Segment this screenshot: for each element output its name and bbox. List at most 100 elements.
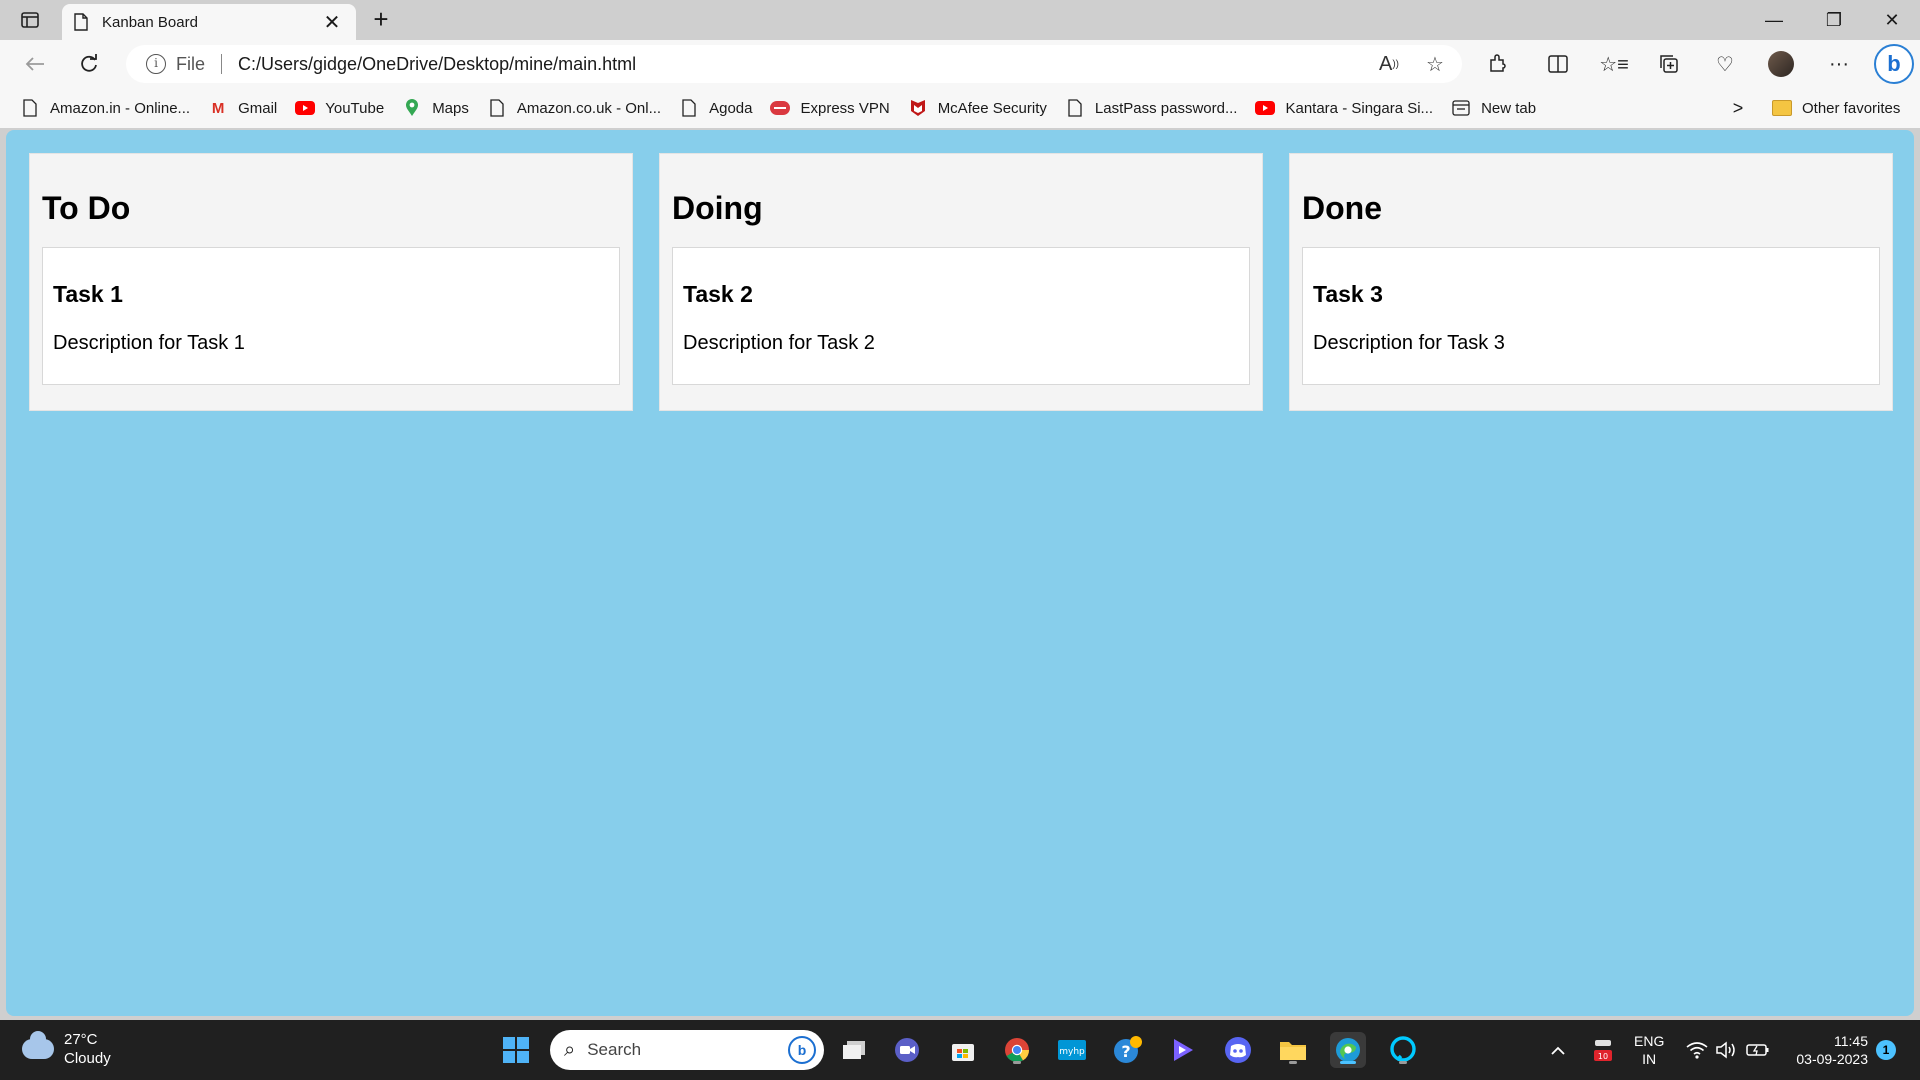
running-indicator xyxy=(1399,1061,1407,1064)
column-doing: Doing Task 2 Description for Task 2 xyxy=(659,153,1263,411)
task-title: Task 1 xyxy=(53,281,123,307)
file-explorer-app[interactable] xyxy=(1275,1032,1311,1068)
alexa-app[interactable] xyxy=(1385,1032,1421,1068)
task-view-icon xyxy=(843,1041,865,1059)
task-view-button[interactable] xyxy=(836,1032,872,1068)
battery-icon[interactable] xyxy=(1746,1020,1770,1080)
favorite-label: YouTube xyxy=(325,99,385,117)
column-title: Doing xyxy=(672,190,763,226)
url-scheme: File xyxy=(176,53,206,74)
myhp-icon: myhp xyxy=(1058,1040,1086,1060)
page-icon xyxy=(74,13,88,31)
notification-badge[interactable]: 1 xyxy=(1876,1040,1896,1060)
system-clock[interactable]: 11:45 03-09-2023 xyxy=(1780,1032,1868,1068)
favorite-label: Agoda xyxy=(709,99,753,117)
chrome-app[interactable] xyxy=(999,1032,1035,1068)
tab-actions-icon xyxy=(21,12,39,28)
url-text[interactable]: C:/Users/gidge/OneDrive/Desktop/mine/mai… xyxy=(238,54,1370,75)
active-tab[interactable]: Kanban Board ✕ xyxy=(62,4,356,40)
refresh-button[interactable] xyxy=(72,48,106,80)
active-indicator xyxy=(1340,1061,1356,1064)
back-arrow-icon xyxy=(25,57,44,71)
site-info-icon[interactable]: i xyxy=(146,54,166,74)
extensions-icon[interactable] xyxy=(1481,48,1515,80)
restore-button[interactable]: ❐ xyxy=(1806,0,1862,40)
discord-icon xyxy=(1225,1037,1251,1063)
new-tab-button[interactable]: + xyxy=(366,6,396,34)
page-icon xyxy=(1065,98,1085,118)
favorites-overflow-chevron-icon[interactable]: > xyxy=(1728,94,1748,122)
favorite-amazon-in[interactable]: Amazon.in - Online... xyxy=(20,94,190,122)
clipchamp-app[interactable] xyxy=(1165,1032,1201,1068)
favorites-icon[interactable]: ☆≡ xyxy=(1597,48,1631,80)
address-bar[interactable]: i File C:/Users/gidge/OneDrive/Desktop/m… xyxy=(126,45,1462,83)
start-button[interactable] xyxy=(498,1032,534,1068)
browser-essentials-icon[interactable]: ♡ xyxy=(1708,48,1742,80)
page-icon xyxy=(20,98,40,118)
wifi-icon[interactable] xyxy=(1686,1020,1708,1080)
svg-text:?: ? xyxy=(1121,1042,1130,1061)
profile-avatar[interactable] xyxy=(1768,51,1794,77)
windows-logo-icon xyxy=(503,1037,529,1063)
edge-app[interactable] xyxy=(1330,1032,1366,1068)
myhp-app[interactable]: myhp xyxy=(1054,1032,1090,1068)
favorite-agoda[interactable]: Agoda xyxy=(679,94,752,122)
teams-chat-app[interactable] xyxy=(889,1032,925,1068)
discord-app[interactable] xyxy=(1220,1032,1256,1068)
favorite-label: McAfee Security xyxy=(937,99,1047,117)
folder-icon xyxy=(1280,1042,1306,1060)
favorite-kantara[interactable]: Kantara - Singara Si... xyxy=(1255,94,1433,122)
favorite-star-icon[interactable]: ☆ xyxy=(1416,48,1454,80)
favorite-express-vpn[interactable]: Express VPN xyxy=(770,94,890,122)
tab-actions-button[interactable] xyxy=(14,8,46,32)
task-description: Description for Task 1 xyxy=(53,332,245,354)
taskbar-search[interactable]: ⌕ Search b xyxy=(550,1030,824,1070)
store-icon xyxy=(952,1044,974,1061)
expressvpn-icon xyxy=(770,98,791,118)
close-window-button[interactable]: ✕ xyxy=(1864,0,1920,40)
settings-more-icon[interactable]: ··· xyxy=(1822,48,1856,80)
maps-pin-icon xyxy=(402,98,422,118)
task-card[interactable]: Task 2 Description for Task 2 xyxy=(672,247,1250,385)
back-button[interactable] xyxy=(18,48,52,80)
task-description: Description for Task 2 xyxy=(683,332,875,354)
bing-copilot-button[interactable]: b xyxy=(1874,44,1914,84)
favorite-gmail[interactable]: M Gmail xyxy=(208,94,277,122)
collections-icon[interactable] xyxy=(1652,48,1686,80)
favorite-maps[interactable]: Maps xyxy=(402,94,469,122)
favorite-amazon-co-uk[interactable]: Amazon.co.uk - Onl... xyxy=(487,94,661,122)
input-language[interactable]: ENG IN xyxy=(1634,1032,1664,1068)
favorite-label: Gmail xyxy=(238,99,278,117)
address-separator xyxy=(221,54,223,74)
volume-icon[interactable] xyxy=(1716,1020,1738,1080)
tray-badge: 10 xyxy=(1598,1052,1608,1061)
show-hidden-icons-chevron-icon[interactable] xyxy=(1550,1020,1566,1080)
minimize-button[interactable]: — xyxy=(1746,0,1802,40)
split-screen-icon[interactable] xyxy=(1541,48,1575,80)
bing-icon: b xyxy=(788,1036,816,1064)
edge-icon xyxy=(1336,1038,1360,1062)
read-aloud-icon[interactable]: A)) xyxy=(1370,48,1408,80)
folder-icon xyxy=(1772,100,1792,116)
tray-app-icon[interactable]: 10 xyxy=(1592,1020,1614,1080)
favorite-lastpass[interactable]: LastPass password... xyxy=(1065,94,1237,122)
microsoft-store-app[interactable] xyxy=(945,1032,981,1068)
favorites-bar: Amazon.in - Online... M Gmail YouTube Map… xyxy=(0,88,1920,128)
tab-close-button[interactable]: ✕ xyxy=(320,10,344,35)
other-favorites[interactable]: Other favorites xyxy=(1772,94,1900,122)
favorite-label: Maps xyxy=(432,99,469,117)
column-title: To Do xyxy=(42,190,131,226)
task-card[interactable]: Task 1 Description for Task 1 xyxy=(42,247,620,385)
weather-condition: Cloudy xyxy=(64,1050,111,1067)
favorite-label: Express VPN xyxy=(800,99,890,117)
get-help-app[interactable]: ? xyxy=(1110,1032,1146,1068)
favorite-youtube[interactable]: YouTube xyxy=(295,94,384,122)
favorite-mcafee[interactable]: McAfee Security xyxy=(908,94,1047,122)
favorite-new-tab[interactable]: New tab xyxy=(1451,94,1536,122)
weather-widget[interactable]: 27°C Cloudy xyxy=(22,1030,111,1068)
language-code: ENG xyxy=(1634,1033,1665,1049)
tab-strip: Kanban Board ✕ + — ❐ ✕ xyxy=(0,0,1920,40)
page-icon xyxy=(679,98,699,118)
newtab-icon xyxy=(1451,98,1471,118)
task-card[interactable]: Task 3 Description for Task 3 xyxy=(1302,247,1880,385)
